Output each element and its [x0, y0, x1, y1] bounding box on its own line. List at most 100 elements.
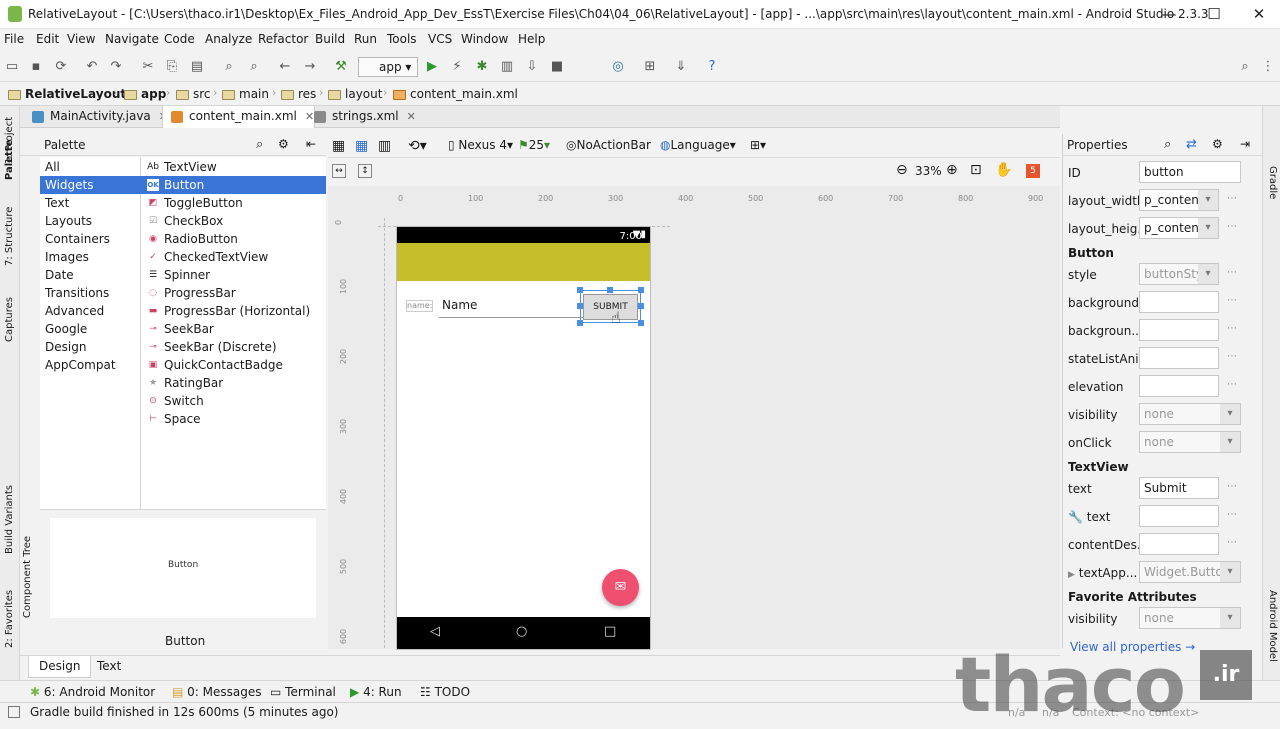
palette-item-checkbox[interactable]: ☑ CheckBox: [141, 212, 326, 230]
back-icon[interactable]: ←: [277, 59, 293, 75]
copy-icon[interactable]: ⎘: [164, 59, 180, 75]
category-containers[interactable]: Containers: [40, 230, 141, 248]
category-google[interactable]: Google: [40, 320, 141, 338]
tab-text[interactable]: Text: [87, 656, 131, 678]
design-view-icon[interactable]: ▦: [332, 138, 345, 154]
redo-icon[interactable]: ↷: [108, 59, 124, 75]
more-dots-icon[interactable]: ⋯: [1227, 267, 1237, 278]
palette-item-button[interactable]: OK Button: [141, 176, 326, 194]
tab-captures[interactable]: Captures: [4, 297, 15, 342]
layout-height-select[interactable]: p_content: [1139, 217, 1219, 239]
zoom-fit-icon[interactable]: ⊡: [970, 162, 982, 178]
name-label[interactable]: name:: [406, 300, 433, 312]
palette-item-ratingbar[interactable]: ★ RatingBar: [141, 374, 326, 392]
category-advanced[interactable]: Advanced: [40, 302, 141, 320]
palette-item-progressbar-horizontal[interactable]: ▬ ProgressBar (Horizontal): [141, 302, 326, 320]
minimize-button[interactable]: —: [1154, 4, 1184, 24]
gear-icon[interactable]: ⚙: [1212, 137, 1223, 151]
api-select[interactable]: ⚑25▾: [518, 138, 550, 152]
tools-text-input[interactable]: [1139, 505, 1219, 527]
resize-handle[interactable]: [638, 320, 644, 326]
apply-changes-icon[interactable]: ⚡: [449, 59, 465, 75]
crumb-app[interactable]: app: [124, 87, 166, 101]
crumb-src[interactable]: src: [176, 87, 211, 101]
undo-icon[interactable]: ↶: [84, 59, 100, 75]
close-icon[interactable]: ✕: [407, 110, 416, 123]
paste-icon[interactable]: ▤: [189, 59, 205, 75]
theme-select[interactable]: ◎NoActionBar: [566, 138, 651, 152]
more-dots-icon[interactable]: ⋯: [1227, 323, 1237, 334]
tool-terminal[interactable]: ▭ Terminal: [270, 685, 336, 699]
cut-icon[interactable]: ✂: [140, 59, 156, 75]
category-all[interactable]: All: [40, 158, 141, 176]
app-bar[interactable]: [397, 243, 650, 281]
hide-icon[interactable]: ⇥: [1240, 137, 1250, 151]
profile-icon[interactable]: ▥: [499, 59, 515, 75]
crumb-res[interactable]: res: [281, 87, 316, 101]
both-views-icon[interactable]: ▥: [378, 138, 391, 154]
search-everywhere-icon[interactable]: ⌕: [1237, 59, 1253, 75]
menu-navigate[interactable]: Navigate: [105, 32, 159, 46]
status-message[interactable]: Gradle build finished in 12s 600ms (5 mi…: [30, 705, 339, 719]
more-icon[interactable]: ⋮: [1260, 59, 1276, 75]
crumb-file[interactable]: content_main.xml: [393, 87, 518, 101]
content-description-input[interactable]: [1139, 533, 1219, 555]
tool-android-monitor[interactable]: ✱ 6: Android Monitor: [30, 685, 155, 699]
text-appearance-select[interactable]: Widget.Button: [1139, 561, 1241, 583]
forward-icon[interactable]: →: [302, 59, 318, 75]
run-config-select[interactable]: app ▾: [358, 57, 418, 77]
palette-item-spinner[interactable]: ☰ Spinner: [141, 266, 326, 284]
palette-item-space[interactable]: ⊢ Space: [141, 410, 326, 428]
tab-build-variants[interactable]: Build Variants: [4, 485, 15, 554]
expand-icon[interactable]: ▶: [1068, 570, 1075, 580]
palette-item-textview[interactable]: Ab TextView: [141, 158, 326, 176]
category-transitions[interactable]: Transitions: [40, 284, 141, 302]
tool-run[interactable]: ▶ 4: Run: [350, 685, 402, 699]
tab-design[interactable]: Design: [28, 656, 92, 678]
palette-item-switch[interactable]: ⊙ Switch: [141, 392, 326, 410]
menu-help[interactable]: Help: [518, 32, 545, 46]
menu-vcs[interactable]: VCS: [428, 32, 452, 46]
background-input[interactable]: [1139, 291, 1219, 313]
run-icon[interactable]: ▶: [424, 59, 440, 75]
menu-tools[interactable]: Tools: [387, 32, 417, 46]
resize-handle[interactable]: [607, 287, 613, 293]
category-text[interactable]: Text: [40, 194, 141, 212]
tab-content-main[interactable]: content_main.xml ✕: [162, 106, 316, 128]
android-monitor-icon[interactable]: ⇓: [673, 59, 689, 75]
close-button[interactable]: ✕: [1244, 4, 1274, 24]
palette-item-seekbar[interactable]: ⊸ SeekBar: [141, 320, 326, 338]
category-images[interactable]: Images: [40, 248, 141, 266]
resize-handle[interactable]: [638, 287, 644, 293]
menu-edit[interactable]: Edit: [36, 32, 59, 46]
state-list-animator-input[interactable]: [1139, 347, 1219, 369]
tool-todo[interactable]: ☷ TODO: [420, 685, 470, 699]
orientation-icon[interactable]: ⟲▾: [408, 138, 427, 154]
search-icon[interactable]: ⌕: [1164, 137, 1171, 152]
resize-handle[interactable]: [577, 287, 583, 293]
open-icon[interactable]: ▭: [4, 59, 20, 75]
elevation-input[interactable]: [1139, 375, 1219, 397]
blueprint-view-icon[interactable]: ▦: [355, 138, 368, 154]
category-widgets[interactable]: Widgets: [40, 176, 141, 194]
palette-item-togglebutton[interactable]: ◩ ToggleButton: [141, 194, 326, 212]
zoom-out-icon[interactable]: ⊖: [896, 162, 908, 178]
menu-view[interactable]: View: [67, 32, 95, 46]
sync-icon[interactable]: ⟳: [53, 59, 69, 75]
sdk-manager-icon[interactable]: ⊞: [642, 59, 658, 75]
maximize-button[interactable]: ☐: [1199, 4, 1229, 24]
text-appearance-label[interactable]: ▶ textApp...: [1068, 566, 1137, 580]
debug-icon[interactable]: ✱: [474, 59, 490, 75]
more-dots-icon[interactable]: ⋯: [1227, 537, 1237, 548]
tab-structure[interactable]: 7: Structure: [4, 207, 15, 266]
warnings-badge[interactable]: 5: [1026, 164, 1040, 178]
palette-item-progressbar[interactable]: ◌ ProgressBar: [141, 284, 326, 302]
tab-gradle[interactable]: Gradle: [1267, 166, 1278, 199]
tool-messages[interactable]: ▤ 0: Messages: [172, 685, 262, 699]
stop-icon[interactable]: ■: [549, 59, 565, 75]
device-select[interactable]: ▯ Nexus 4▾: [448, 138, 513, 152]
menu-window[interactable]: Window: [461, 32, 508, 46]
tab-strings[interactable]: strings.xml ✕: [306, 106, 416, 128]
more-dots-icon[interactable]: ⋯: [1227, 481, 1237, 492]
category-layouts[interactable]: Layouts: [40, 212, 141, 230]
